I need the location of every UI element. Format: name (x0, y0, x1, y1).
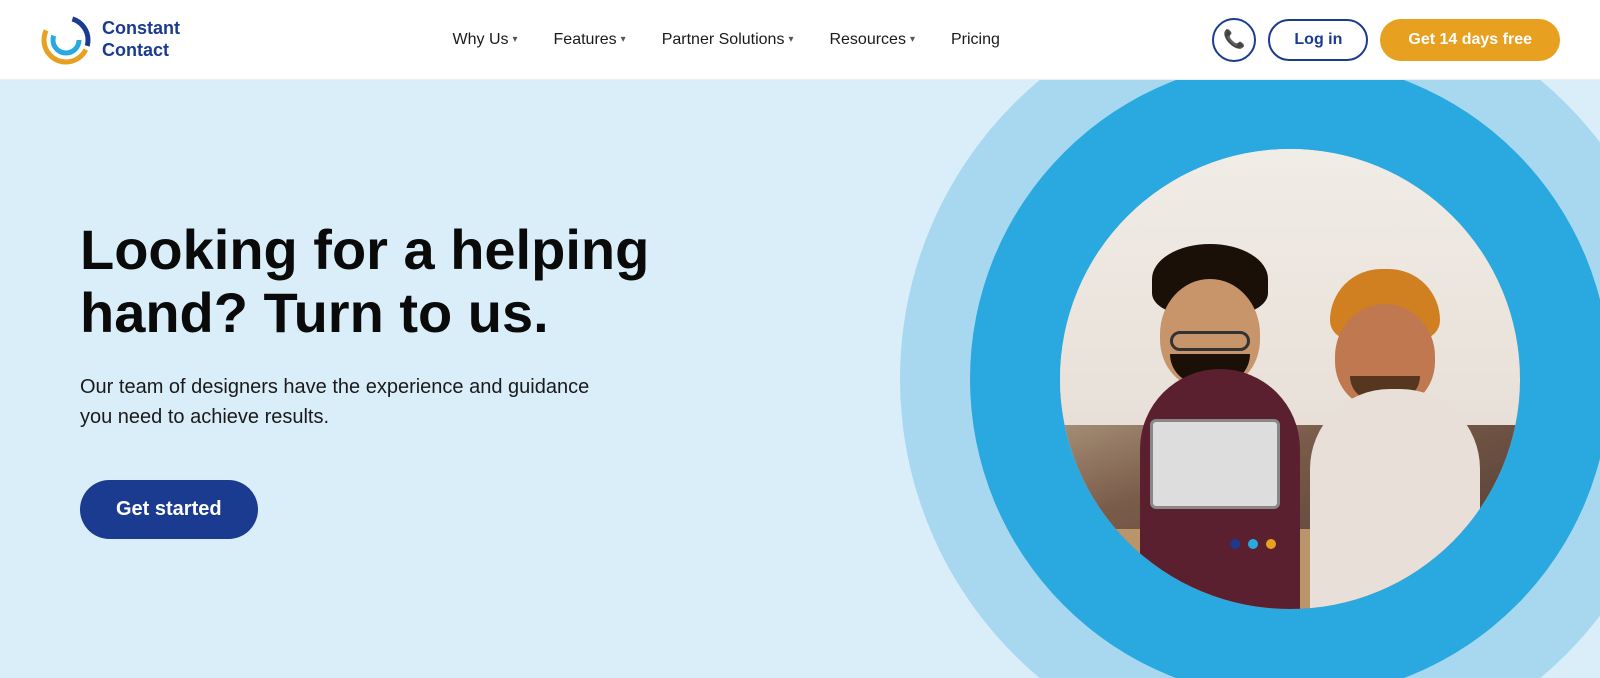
hero-image-area (900, 80, 1600, 678)
free-trial-button[interactable]: Get 14 days free (1380, 19, 1560, 61)
login-button[interactable]: Log in (1268, 19, 1368, 61)
chevron-down-icon: ▾ (621, 34, 626, 45)
nav-item-pricing[interactable]: Pricing (937, 23, 1014, 57)
person2-body (1310, 389, 1480, 609)
logo-area: Constant Contact (40, 14, 180, 66)
chevron-down-icon: ▾ (788, 34, 793, 45)
get-started-button[interactable]: Get started (80, 480, 258, 539)
phone-button[interactable]: 📞 (1212, 18, 1256, 62)
tablet-device (1150, 419, 1280, 509)
nav-item-features[interactable]: Features ▾ (540, 23, 640, 57)
person1-glasses (1170, 331, 1250, 351)
chevron-down-icon: ▾ (513, 34, 518, 45)
person1 (1120, 269, 1320, 609)
main-nav: Why Us ▾ Features ▾ Partner Solutions ▾ … (240, 23, 1212, 57)
hero-subtitle: Our team of designers have the experienc… (80, 372, 600, 432)
person2 (1300, 289, 1500, 609)
dot-1 (1230, 539, 1240, 549)
nav-item-partner-solutions[interactable]: Partner Solutions ▾ (648, 23, 808, 57)
dot-2 (1248, 539, 1258, 549)
navbar-actions: 📞 Log in Get 14 days free (1212, 18, 1560, 62)
logo-text: Constant Contact (102, 18, 180, 61)
hero-content: Looking for a helping hand? Turn to us. … (80, 219, 680, 539)
hero-section: Looking for a helping hand? Turn to us. … (0, 80, 1600, 678)
photo-background (1060, 149, 1520, 609)
inner-circle-photo (1060, 149, 1520, 609)
phone-icon: 📞 (1223, 29, 1245, 50)
nav-item-resources[interactable]: Resources ▾ (815, 23, 929, 57)
table-items (1230, 539, 1276, 549)
nav-item-why-us[interactable]: Why Us ▾ (439, 23, 532, 57)
navbar: Constant Contact Why Us ▾ Features ▾ Par… (0, 0, 1600, 80)
hero-title: Looking for a helping hand? Turn to us. (80, 219, 680, 344)
logo-icon (40, 14, 92, 66)
chevron-down-icon: ▾ (910, 34, 915, 45)
dot-3 (1266, 539, 1276, 549)
